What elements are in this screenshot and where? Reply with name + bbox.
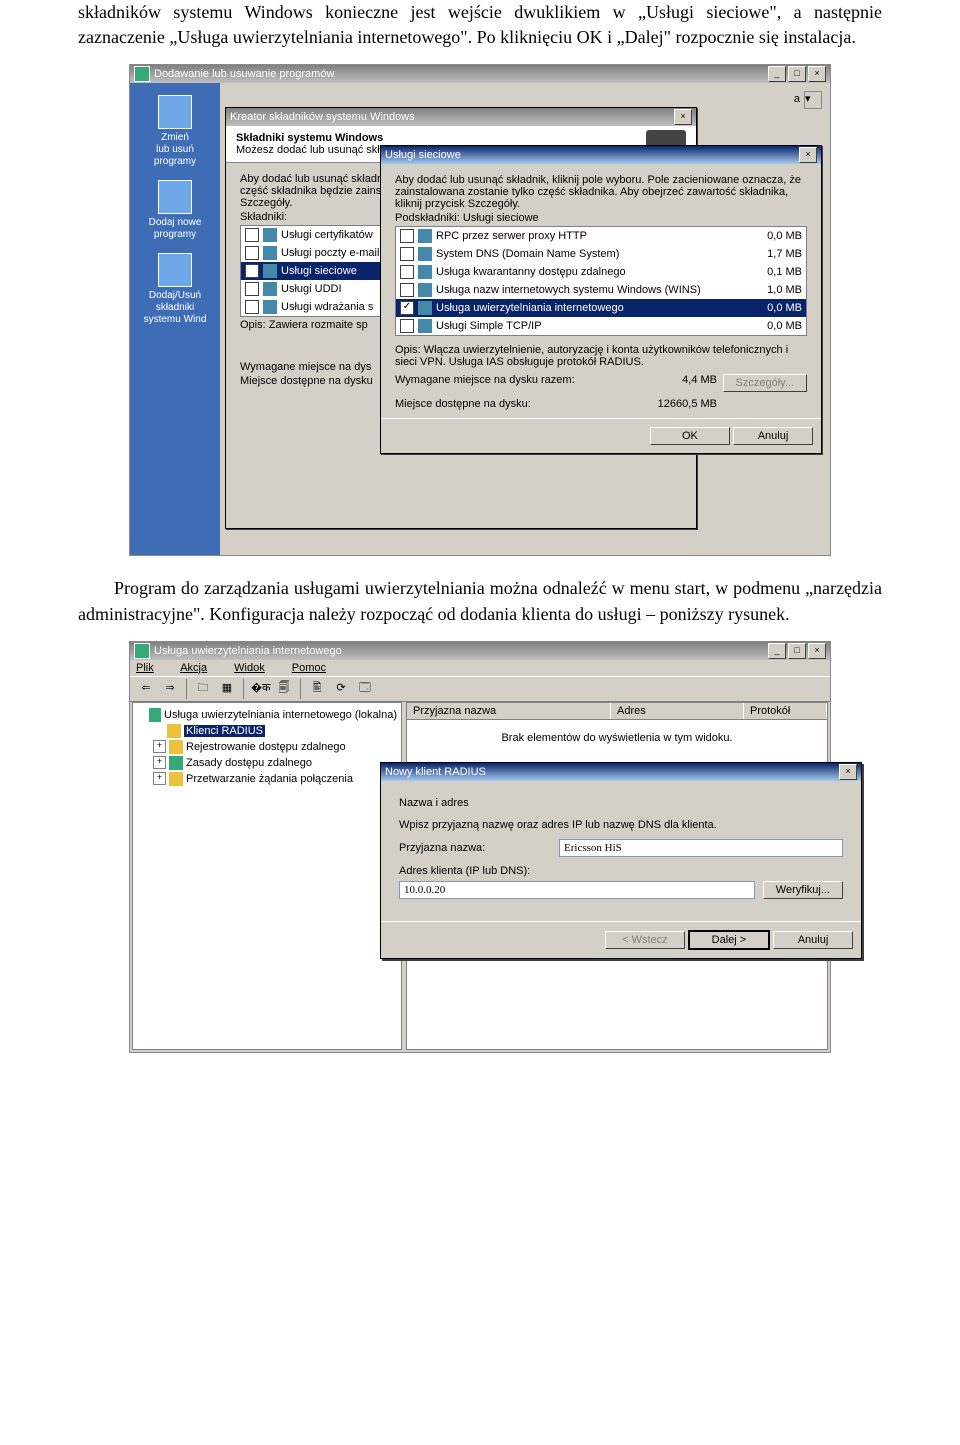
verify-button[interactable]: Weryfikuj... (763, 881, 843, 899)
empty-message: Brak elementów do wyświetlenia w tym wid… (407, 720, 827, 756)
dialog-titlebar: Nowy klient RADIUS × (381, 763, 861, 781)
tree-item[interactable]: Klienci RADIUS (137, 723, 397, 739)
list-header: Przyjazna nazwa Adres Protokół (407, 703, 827, 720)
close-button[interactable]: × (808, 66, 826, 82)
friendly-name-input[interactable] (559, 839, 843, 857)
col-protocol[interactable]: Protokół (744, 703, 827, 719)
minimize-button[interactable]: _ (768, 66, 786, 82)
tree-pane[interactable]: Usługa uwierzytelniania internetowego (l… (132, 702, 402, 1050)
col-friendly-name[interactable]: Przyjazna nazwa (407, 703, 611, 719)
tree-item[interactable]: Usługa uwierzytelniania internetowego (l… (137, 707, 397, 723)
tree-item[interactable]: +Rejestrowanie dostępu zdalnego (137, 739, 397, 755)
sidebar-windows-components[interactable]: Dodaj/Usuńskładnikisystemu Wind (130, 247, 220, 332)
maximize-button[interactable]: □ (788, 643, 806, 659)
cancel-button[interactable]: Anuluj (733, 427, 813, 445)
dialog-intro: Wpisz przyjazną nazwę oraz adres IP lub … (399, 819, 843, 831)
menu-file[interactable]: Plik (136, 662, 166, 674)
toolbar-button[interactable]: ⟳ (331, 679, 351, 699)
friendly-name-label: Przyjazna nazwa: (399, 842, 559, 854)
menu-action[interactable]: Akcja (180, 662, 219, 674)
list-item[interactable]: Usługa kwarantanny dostępu zdalnego0,1 M… (396, 263, 806, 281)
minimize-button[interactable]: _ (768, 643, 786, 659)
toolbar-button[interactable]: ⇒ (160, 679, 180, 699)
window-title: Dodawanie lub usuwanie programów (154, 68, 334, 80)
sort-dropdown[interactable]: ▾ (804, 91, 822, 109)
next-button[interactable]: Dalej > (688, 930, 770, 950)
menu-view[interactable]: Widok (234, 662, 277, 674)
ok-button[interactable]: OK (650, 427, 730, 445)
toolbar-button[interactable]: 🗐 (274, 679, 294, 699)
windows-icon (158, 253, 192, 287)
list-item[interactable]: Usługi Simple TCP/IP0,0 MB (396, 317, 806, 335)
window-titlebar: Dodawanie lub usuwanie programów _ □ × (130, 65, 830, 83)
close-button[interactable]: × (808, 643, 826, 659)
col-address[interactable]: Adres (611, 703, 744, 719)
paragraph-1: składników systemu Windows konieczne jes… (78, 0, 882, 50)
back-button: < Wstecz (605, 931, 685, 949)
window-titlebar: Usługa uwierzytelniania internetowego _ … (130, 642, 830, 660)
list-item[interactable]: ✓Usługa uwierzytelniania internetowego0,… (396, 299, 806, 317)
dialog-heading: Nazwa i adres (399, 797, 843, 809)
client-address-input[interactable] (399, 881, 755, 899)
tree-item[interactable]: +Przetwarzanie żądania połączenia (137, 771, 397, 787)
wizard-titlebar: Kreator składników systemu Windows × (226, 108, 696, 126)
screenshot-add-remove-programs: Dodawanie lub usuwanie programów _ □ × Z… (129, 64, 831, 556)
app-icon (134, 66, 150, 82)
list-item[interactable]: Usługa nazw internetowych systemu Window… (396, 281, 806, 299)
sidebar-change-remove[interactable]: Zmieńlub usuńprogramy (130, 89, 220, 174)
screenshot-ias-console: Usługa uwierzytelniania internetowego _ … (129, 641, 831, 1053)
menu-help[interactable]: Pomoc (292, 662, 338, 674)
close-icon[interactable]: × (674, 109, 692, 125)
menubar: Plik Akcja Widok Pomoc (130, 660, 830, 676)
toolbar-button[interactable]: 🗀 (193, 679, 213, 699)
list-item[interactable]: RPC przez serwer proxy HTTP0,0 MB (396, 227, 806, 245)
toolbar-button[interactable]: ⇐ (136, 679, 156, 699)
sidebar-add-new[interactable]: Dodaj noweprogramy (130, 174, 220, 247)
toolbar-button[interactable]: �क (250, 679, 270, 699)
toolbar-button[interactable]: 🖺 (307, 679, 327, 699)
box-icon (158, 95, 192, 129)
cancel-button[interactable]: Anuluj (773, 931, 853, 949)
maximize-button[interactable]: □ (788, 66, 806, 82)
list-item[interactable]: System DNS (Domain Name System)1,7 MB (396, 245, 806, 263)
dialog-titlebar: Usługi sieciowe × (381, 146, 821, 164)
close-icon[interactable]: × (839, 764, 857, 780)
box-plus-icon (158, 180, 192, 214)
tree-item[interactable]: +Zasady dostępu zdalnego (137, 755, 397, 771)
new-radius-client-dialog: Nowy klient RADIUS × Nazwa i adres Wpisz… (380, 762, 862, 959)
app-icon (134, 643, 150, 659)
details-button: Szczegóły... (723, 374, 808, 392)
network-services-dialog: Usługi sieciowe × Aby dodać lub usunąć s… (380, 145, 822, 454)
toolbar-button[interactable]: 🗔 (355, 679, 375, 699)
close-icon[interactable]: × (799, 147, 817, 163)
client-address-label: Adres klienta (IP lub DNS): (399, 865, 530, 877)
paragraph-2: Program do zarządzania usługami uwierzyt… (78, 576, 882, 626)
sidebar: Zmieńlub usuńprogramy Dodaj noweprogramy… (130, 83, 220, 555)
toolbar: ⇐⇒ 🗀▦ �क🗐 🖺⟳🗔 (130, 676, 830, 702)
subcomponents-list[interactable]: RPC przez serwer proxy HTTP0,0 MBSystem … (395, 226, 807, 336)
dropdown-value: a (794, 93, 800, 105)
toolbar-button[interactable]: ▦ (217, 679, 237, 699)
